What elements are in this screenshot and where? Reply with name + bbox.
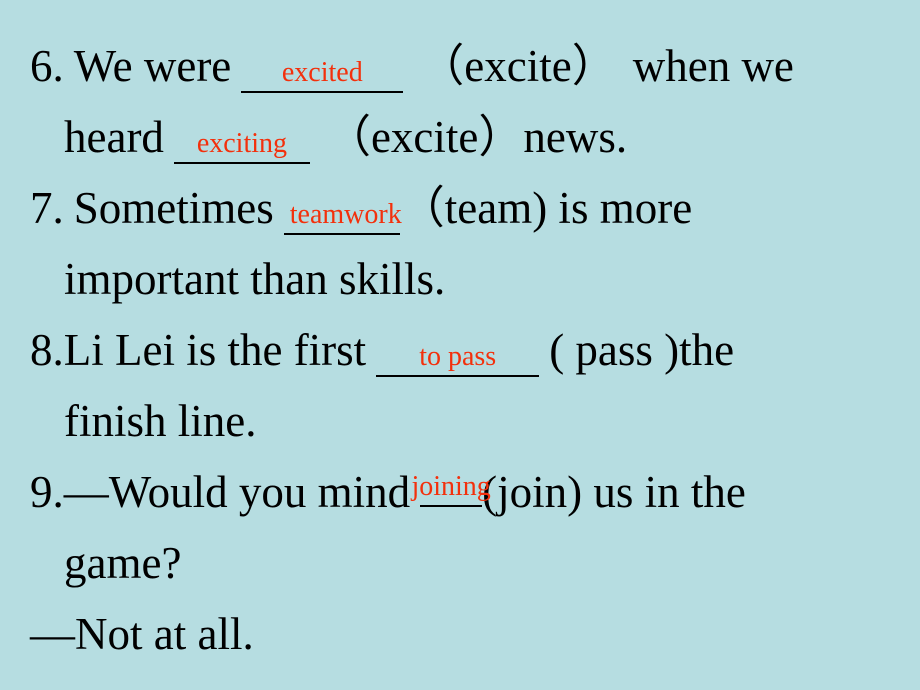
exercise-line-9a: 9.—Would you mind joining (join) us in the	[30, 470, 746, 515]
cue-word-excite: （excite）news.	[325, 112, 628, 162]
item-number-9: 9.	[30, 467, 64, 517]
cue-word-pass: ( pass )the	[549, 325, 735, 375]
cue-word-team: （team) is more	[399, 183, 693, 233]
sentence-text: —Would you mind	[63, 467, 411, 517]
answer-text-joining: joining	[411, 471, 491, 502]
item-number-8: 8.	[30, 325, 64, 375]
sentence-text: heard	[64, 112, 164, 162]
exercise-line-8b: finish line.	[64, 399, 256, 444]
exercise-line-7b: important than skills.	[64, 257, 445, 302]
sentence-text: We were	[73, 41, 232, 91]
cue-word-excite: （excite）	[419, 41, 617, 91]
sentence-text: when we	[632, 41, 794, 91]
slide-canvas: 6. We were excited （excite） when we heard exc…	[0, 0, 920, 690]
answer-text-teamwork: teamwork	[289, 199, 402, 230]
answer-blank-7[interactable]: teamwork	[283, 199, 402, 235]
exercise-line-9b: game?	[64, 541, 181, 586]
answer-blank-6b[interactable]: exciting	[173, 128, 310, 164]
sentence-text: important than skills.	[64, 254, 446, 304]
exercise-line-6a: 6. We were excited （excite） when we	[30, 44, 794, 93]
cue-word-join: (join) us in the	[482, 467, 746, 517]
answer-blank-9[interactable]: joining	[411, 473, 491, 507]
exercise-line-6b: heard exciting （excite）news.	[64, 115, 627, 164]
sentence-text: Sometimes	[73, 183, 274, 233]
answer-blank-8[interactable]: to pass	[376, 341, 540, 377]
answer-text-exciting: exciting	[196, 128, 288, 159]
sentence-text: game?	[64, 538, 182, 588]
answer-text-to-pass: to pass	[419, 341, 497, 372]
answer-blank-6a[interactable]: excited	[241, 57, 404, 93]
sentence-text: Li Lei is the first	[63, 325, 367, 375]
exercise-line-9c: —Not at all.	[30, 612, 254, 657]
sentence-text: finish line.	[64, 396, 257, 446]
exercise-line-8a: 8.Li Lei is the first to pass ( pass )the	[30, 328, 734, 377]
exercise-line-7a: 7. Sometimes teamwork（team) is more	[30, 186, 692, 235]
item-number-7: 7.	[30, 183, 64, 233]
sentence-text: —Not at all.	[30, 609, 254, 659]
item-number-6: 6.	[30, 41, 64, 91]
answer-text-excited: excited	[281, 57, 363, 88]
